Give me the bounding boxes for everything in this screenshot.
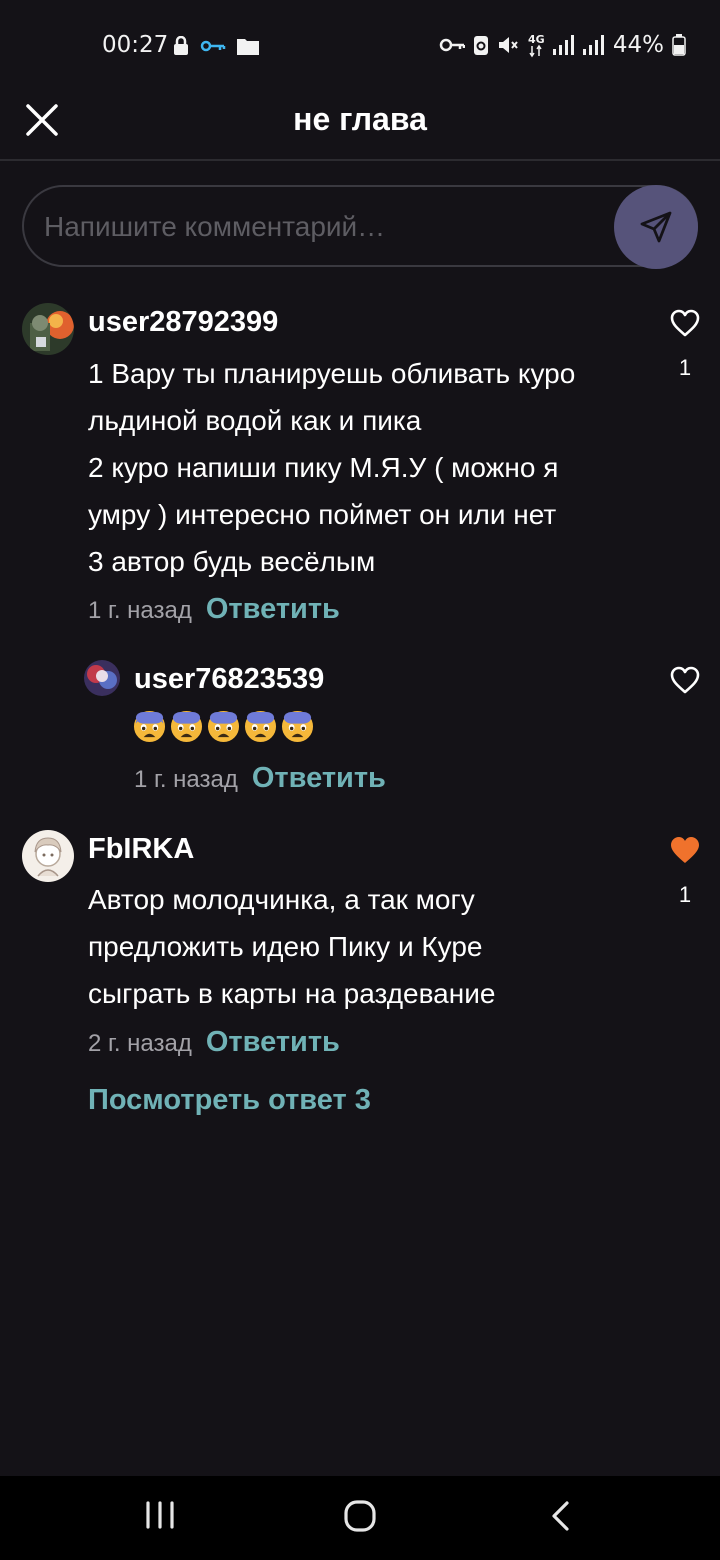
home-button[interactable] [343,1500,377,1537]
heart-filled-icon [671,837,699,863]
fearful-face-icon [207,710,240,743]
fearful-face-icon [281,710,314,743]
comment-text: Автор молодчинка, а так могу предложить … [88,884,496,1009]
comment-meta: 1 г. назад Ответить [88,593,340,626]
reply-time: 1 г. назад [134,766,238,793]
reply-username[interactable]: user76823539 [134,663,324,696]
like-count: 1 [678,355,692,380]
battery-percent: 44% [612,32,664,58]
comment-time: 2 г. назад [88,1030,192,1057]
signal-icon [552,35,574,55]
recent-apps-button[interactable] [144,1500,176,1535]
vpn-key-icon [200,40,226,52]
mute-icon [498,37,518,53]
nav-bar [0,1476,720,1560]
status-time: 00:27 [102,32,169,58]
like-button[interactable]: 1 [665,308,705,381]
svg-text:4G: 4G [528,33,545,46]
view-replies-button[interactable]: Посмотреть ответ 3 [88,1084,371,1117]
fearful-face-icon [170,710,203,743]
back-button[interactable] [549,1500,573,1537]
comment-meta: 2 г. назад Ответить [88,1026,340,1059]
comment-box [22,185,698,269]
send-icon [640,211,672,243]
key-icon [439,38,465,52]
comment-text: 1 Вару ты планируешь обливать куро льдин… [88,358,576,577]
send-button[interactable] [614,185,698,269]
folder-icon [237,39,259,55]
comment-time: 1 г. назад [88,597,192,624]
recent-apps-icon [146,1501,174,1529]
comment-username[interactable]: FbIRKA [88,833,194,866]
header: не глава [0,95,720,161]
like-button[interactable] [665,665,705,700]
avatar[interactable] [22,830,74,882]
like-button[interactable]: 1 [665,835,705,908]
avatar[interactable] [84,660,120,696]
comment-input[interactable] [44,205,604,249]
like-count: 1 [678,882,692,907]
comment-username[interactable]: user28792399 [88,306,278,339]
fearful-face-icon [244,710,277,743]
lock-icon [174,36,188,55]
signal-icon-2 [582,35,604,55]
network-4g-icon: 4G [528,33,545,58]
reply-button[interactable]: Ответить [206,1026,340,1059]
status-bar: 00:27 4G 44% [0,0,720,95]
reply-emoji-row [133,710,314,743]
heart-outline-icon [670,309,700,337]
home-icon [344,1500,376,1532]
reply-button[interactable]: Ответить [252,762,386,795]
back-icon [552,1501,569,1531]
reply-meta: 1 г. назад Ответить [134,762,386,795]
recycle-icon [473,36,488,55]
battery-icon [672,34,686,56]
heart-outline-icon [670,666,700,694]
page-title: не глава [293,101,427,137]
avatar[interactable] [22,303,74,355]
fearful-face-icon [133,710,166,743]
reply-button[interactable]: Ответить [206,593,340,626]
